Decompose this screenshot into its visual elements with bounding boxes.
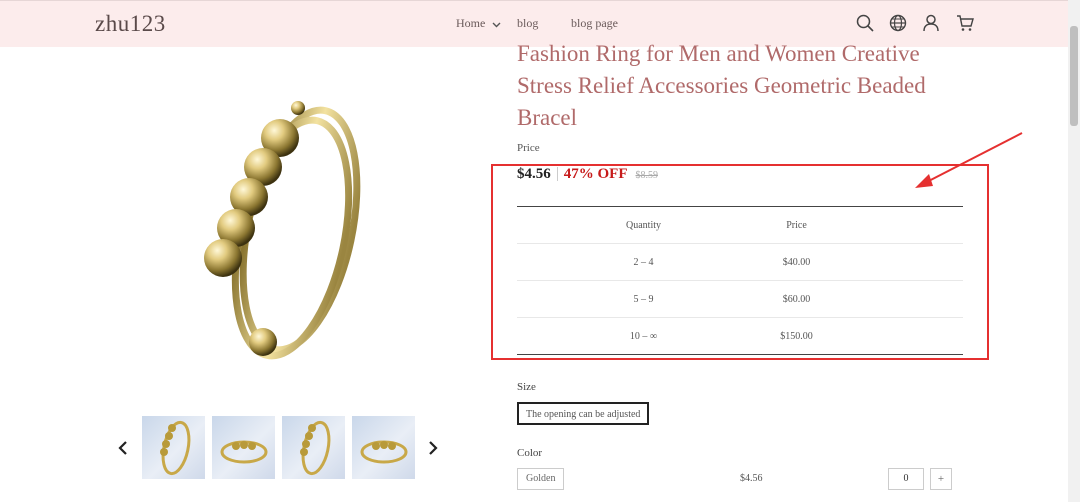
variant-price: $4.56 (740, 473, 763, 484)
annotation-arrow-icon (915, 132, 1023, 188)
product-thumbnail[interactable] (142, 416, 205, 479)
user-icon[interactable] (921, 13, 941, 33)
quantity-increase-button[interactable]: + (930, 468, 952, 490)
search-icon[interactable] (855, 13, 875, 33)
scrollbar-thumb[interactable] (1070, 26, 1078, 126)
thumb-prev-chevron-left-icon[interactable] (116, 440, 130, 456)
product-title: Fashion Ring for Men and Women Creative … (517, 41, 926, 130)
thumb-next-chevron-right-icon[interactable] (426, 440, 440, 456)
product-thumbnail[interactable] (212, 416, 275, 479)
nav-blog[interactable]: blog (517, 16, 538, 31)
page-scrollbar[interactable] (1068, 0, 1080, 502)
globe-icon[interactable] (888, 13, 908, 33)
cart-icon[interactable] (955, 13, 975, 33)
site-logo[interactable]: zhu123 (95, 11, 166, 37)
price-label: Price (517, 142, 540, 154)
size-label: Size (517, 381, 536, 393)
color-option-button[interactable]: Golden (517, 468, 565, 490)
quantity-input[interactable]: 0 (888, 468, 924, 490)
product-main-image[interactable] (170, 90, 400, 370)
chevron-down-icon (492, 17, 501, 32)
nav-blog-page[interactable]: blog page (571, 16, 618, 31)
size-option-button[interactable]: The opening can be adjusted (517, 402, 650, 425)
product-thumbnail[interactable] (352, 416, 415, 479)
nav-home-label: Home (456, 16, 486, 30)
color-label: Color (517, 447, 543, 459)
product-thumbnail[interactable] (282, 416, 345, 479)
nav-home[interactable]: Home (456, 16, 501, 32)
